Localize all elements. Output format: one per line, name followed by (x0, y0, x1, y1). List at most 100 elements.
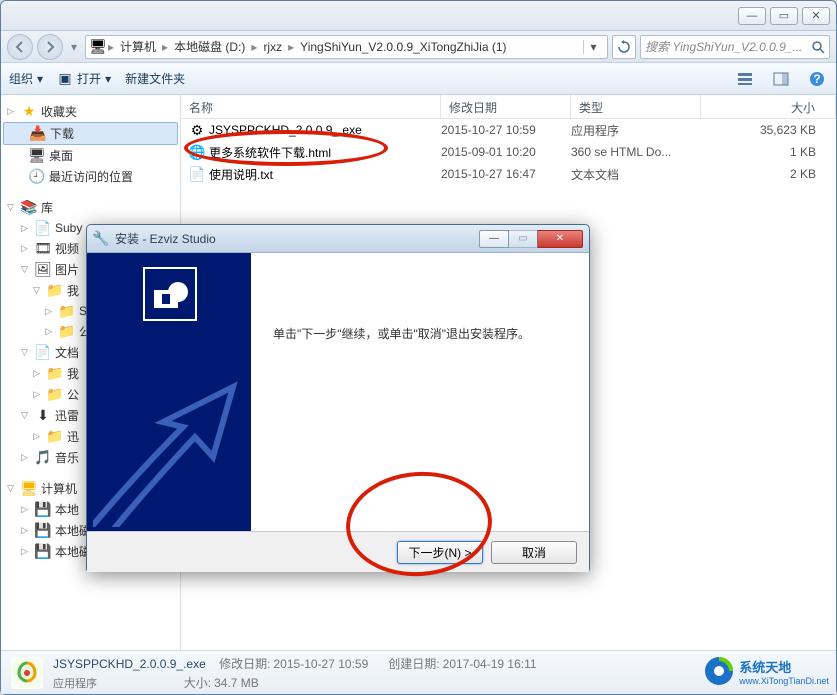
status-create-label: 创建日期: (388, 657, 439, 671)
dialog-footer: 下一步(N) > 取消 (87, 531, 589, 572)
sidebar-item-recent[interactable]: 🕘最近访问的位置 (3, 166, 178, 187)
status-create-value: 2017-04-19 16:11 (443, 657, 537, 671)
arrow-left-icon (14, 41, 26, 53)
address-bar[interactable]: 🖥 ▸ 计算机 ▸ 本地磁盘 (D:) ▸ rjxz ▸ YingShiYun_… (85, 35, 608, 59)
watermark-logo-icon (703, 655, 735, 687)
sidebar-item-label: 本地 (55, 501, 79, 518)
watermark: 系统天地 www.XiTongTianDi.net (703, 655, 829, 687)
sidebar-item-label: 下载 (50, 125, 74, 142)
toolbar-newfolder-button[interactable]: 新建文件夹 (125, 70, 185, 87)
banner-arrow-icon (93, 367, 245, 527)
file-row-html[interactable]: 🌐更多系统软件下载.html 2015-09-01 10:20 360 se H… (181, 141, 836, 163)
status-mod-label: 修改日期: (219, 657, 270, 671)
libraries-label: 库 (41, 199, 53, 216)
breadcrumb-seg-folder[interactable]: YingShiYun_V2.0.0.9_XiTongZhiJia (1) (296, 40, 510, 54)
breadcrumb-dropdown-button[interactable]: ▾ (583, 40, 603, 54)
dialog-maximize-button[interactable]: ▭ (508, 230, 538, 248)
search-placeholder: 搜索 YingShiYun_V2.0.0.9_... (645, 38, 802, 55)
breadcrumb-sep-icon: ▸ (288, 40, 294, 54)
sidebar-item-label: 图片 (55, 261, 79, 278)
sidebar-item-desktop[interactable]: 🖥桌面 (3, 145, 178, 166)
disk-icon: 💾 (35, 523, 51, 539)
search-input[interactable]: 搜索 YingShiYun_V2.0.0.9_... (640, 35, 830, 59)
sidebar-libraries-header[interactable]: ▽📚库 (3, 197, 178, 218)
exe-icon: ⚙ (189, 122, 205, 138)
dialog-minimize-button[interactable]: — (479, 230, 509, 248)
dialog-next-button[interactable]: 下一步(N) > (397, 541, 483, 564)
sidebar-item-label: Suby (55, 221, 82, 235)
document-icon: 📄 (35, 345, 51, 361)
watermark-title: 系统天地 (739, 657, 791, 676)
sidebar-item-label: 桌面 (49, 147, 73, 164)
sidebar-item-downloads[interactable]: 📥下载 (3, 122, 178, 145)
file-type: 文本文档 (571, 166, 701, 183)
svg-text:?: ? (813, 72, 820, 86)
computer-icon: 🖥 (21, 481, 37, 497)
column-header-date[interactable]: 修改日期 (441, 95, 571, 118)
sidebar-item-label: 我 (67, 365, 79, 382)
nav-forward-button[interactable] (37, 34, 63, 60)
sidebar-favorites-header[interactable]: ▷★收藏夹 (3, 101, 178, 122)
dialog-titlebar[interactable]: 🔧 安装 - Ezviz Studio — ▭ ✕ (87, 225, 589, 253)
status-mod-value: 2015-10-27 10:59 (274, 657, 369, 671)
breadcrumb-seg-disk[interactable]: 本地磁盘 (D:) (170, 38, 249, 55)
library-icon: 📚 (21, 200, 37, 216)
help-button[interactable]: ? (806, 68, 828, 90)
view-options-button[interactable] (734, 68, 756, 90)
picture-icon: 🖼 (35, 262, 51, 278)
installer-dialog: 🔧 安装 - Ezviz Studio — ▭ ✕ 单击"下一步"继续，或单击"… (86, 224, 590, 572)
file-size: 1 KB (701, 145, 836, 159)
video-icon: 🎞 (35, 241, 51, 257)
column-header-name[interactable]: 名称 (181, 95, 441, 118)
column-header-row[interactable]: 名称 修改日期 类型 大小 (181, 95, 836, 119)
sidebar-item-label: 最近访问的位置 (49, 168, 133, 185)
status-size-label: 大小: (184, 676, 211, 690)
file-row-exe[interactable]: ⚙JSYSPPCKHD_2.0.0.9_.exe 2015-10-27 10:5… (181, 119, 836, 141)
disk-icon: 💾 (35, 502, 51, 518)
folder-icon: 📁 (47, 366, 63, 382)
toolbar: 组织 ▾ ▣ 打开 ▾ 新建文件夹 ? (1, 63, 836, 95)
folder-icon: 📁 (59, 303, 75, 319)
file-name: 更多系统软件下载.html (209, 144, 331, 161)
dialog-body-text: 单击"下一步"继续，或单击"取消"退出安装程序。 (273, 325, 567, 342)
dialog-cancel-button[interactable]: 取消 (491, 541, 577, 564)
toolbar-organize-menu[interactable]: 组织 ▾ (9, 70, 43, 87)
file-date: 2015-09-01 10:20 (441, 145, 571, 159)
dialog-banner (87, 253, 251, 531)
titlebar[interactable] (1, 1, 836, 31)
dialog-close-button[interactable]: ✕ (537, 230, 583, 248)
file-size: 2 KB (701, 167, 836, 181)
chevron-down-icon: ▾ (105, 72, 111, 86)
file-row-txt[interactable]: 📄使用说明.txt 2015-10-27 16:47 文本文档 2 KB (181, 163, 836, 185)
preview-pane-button[interactable] (770, 68, 792, 90)
window-minimize-button[interactable] (738, 7, 766, 25)
nav-back-button[interactable] (7, 34, 33, 60)
file-name: 使用说明.txt (209, 166, 273, 183)
status-type: 应用程序 (53, 678, 97, 690)
window-maximize-button[interactable] (770, 7, 798, 25)
window-close-button[interactable] (802, 7, 830, 25)
sidebar-item-label: 我 (67, 282, 79, 299)
arrow-right-icon (44, 41, 56, 53)
refresh-icon (617, 40, 631, 54)
music-icon: 🎵 (35, 450, 51, 466)
sidebar-item-label: 视频 (55, 240, 79, 257)
toolbar-open-button[interactable]: ▣ 打开 ▾ (57, 70, 111, 87)
open-icon: ▣ (57, 71, 73, 87)
column-header-size[interactable]: 大小 (701, 95, 836, 118)
selected-file-icon (11, 657, 43, 689)
folder-icon: 📁 (59, 324, 75, 340)
breadcrumb-seg-computer[interactable]: 计算机 (116, 38, 160, 55)
breadcrumb-seg-rjxz[interactable]: rjxz (259, 40, 286, 54)
sidebar-item-label: 公 (67, 386, 79, 403)
column-header-type[interactable]: 类型 (571, 95, 701, 118)
nav-history-dropdown[interactable]: ▾ (67, 40, 81, 54)
file-type: 应用程序 (571, 122, 701, 139)
folder-icon: 📁 (47, 283, 63, 299)
breadcrumb-sep-icon: ▸ (108, 40, 114, 54)
sidebar-item-label: 音乐 (55, 449, 79, 466)
installer-box-icon (143, 267, 197, 321)
refresh-button[interactable] (612, 35, 636, 59)
xunlei-icon: ⬇ (35, 408, 51, 424)
preview-icon (773, 71, 789, 87)
